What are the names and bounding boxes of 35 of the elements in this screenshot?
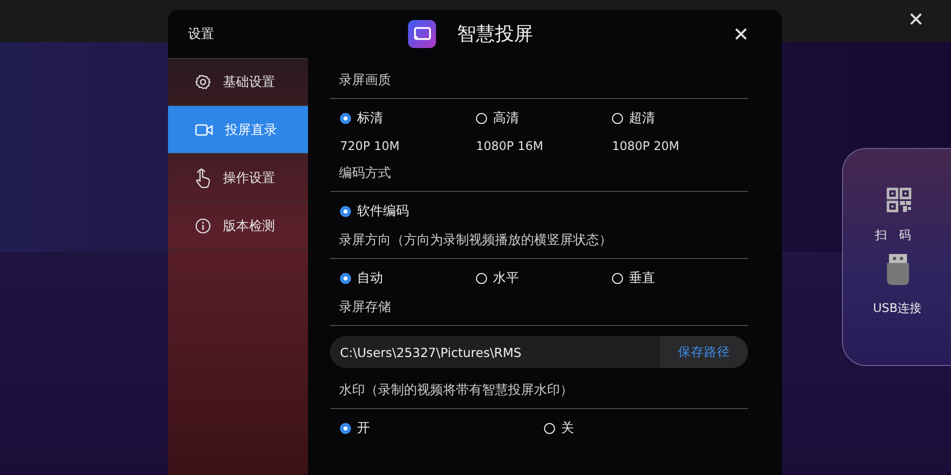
sidebar-item[interactable]: 版本检测 — [168, 202, 308, 250]
radio-option[interactable]: 超清 — [612, 109, 655, 127]
radio-option[interactable]: 开 — [340, 419, 370, 437]
section-title: 编码方式 — [338, 165, 392, 183]
section-title: 录屏存储 — [338, 299, 392, 317]
radio-option[interactable]: 自动 — [340, 269, 383, 287]
qr-code-icon[interactable] — [886, 187, 912, 213]
radio-option[interactable]: 水平 — [476, 269, 519, 287]
close-icon[interactable] — [910, 13, 922, 25]
section-title: 水印（录制的视频将带有智慧投屏水印） — [338, 382, 574, 400]
info-icon — [195, 218, 211, 234]
close-icon[interactable] — [735, 28, 747, 40]
path-field[interactable]: C:\Users\25327\Pictures\RMS 保存路径 — [330, 336, 748, 368]
save-path-button[interactable]: 保存路径 — [660, 336, 748, 368]
radio-option[interactable]: 高清 — [476, 109, 519, 127]
usb-drive-icon[interactable] — [886, 254, 910, 286]
app-logo-icon — [408, 20, 436, 48]
section-title: 录屏画质 — [338, 72, 392, 90]
dialog-title: 设置 — [188, 26, 214, 43]
connect-option-label[interactable]: USB连接 — [873, 300, 922, 317]
radio-option[interactable]: 关 — [544, 419, 574, 437]
quality-detail: 1080P 16M — [476, 139, 544, 153]
sidebar-item[interactable]: 操作设置 — [168, 154, 308, 202]
radio-option[interactable]: 垂直 — [612, 269, 655, 287]
video-camera-icon — [195, 122, 213, 136]
connect-option-label[interactable]: 扫 码 — [875, 227, 911, 244]
quality-detail: 720P 10M — [340, 139, 400, 153]
hand-pointer-icon — [195, 168, 211, 188]
settings-icon — [195, 74, 211, 90]
radio-option[interactable]: 标清 — [340, 109, 383, 127]
radio-option[interactable]: 软件编码 — [340, 202, 409, 220]
quality-detail: 1080P 20M — [612, 139, 680, 153]
section-title: 录屏方向（方向为录制视频播放的横竖屏状态） — [338, 232, 613, 250]
app-name: 智慧投屏 — [457, 22, 533, 47]
sidebar-item[interactable]: 投屏直录 — [168, 106, 308, 154]
